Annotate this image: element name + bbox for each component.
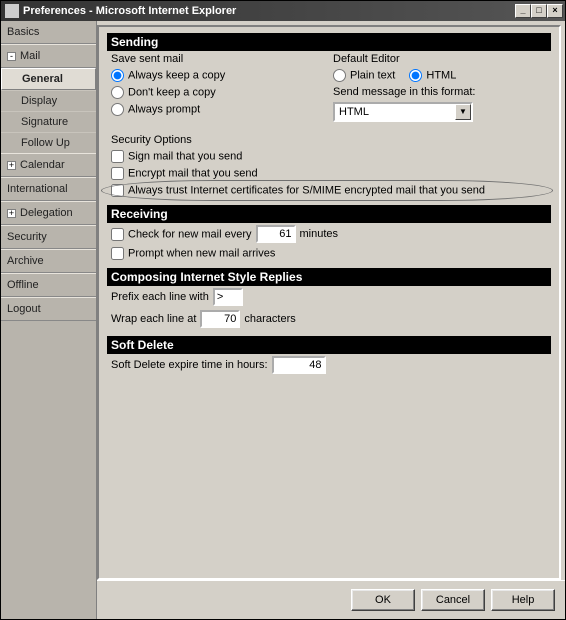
sidebar-item-label: Offline (7, 279, 39, 291)
sidebar-item-security[interactable]: Security (1, 225, 96, 249)
section-sending: Sending (107, 33, 551, 51)
help-button[interactable]: Help (491, 589, 555, 611)
radio-plain-text-input[interactable] (333, 69, 346, 82)
minimize-button[interactable]: _ (515, 4, 531, 18)
section-composing: Composing Internet Style Replies (107, 268, 551, 286)
checkbox-sign-mail[interactable]: Sign mail that you send (111, 150, 242, 163)
section-receiving: Receiving (107, 205, 551, 223)
sidebar-item-calendar[interactable]: + Calendar (1, 153, 96, 177)
checkbox-check-mail[interactable]: Check for new mail every (111, 228, 252, 241)
sidebar-item-label: Basics (7, 26, 39, 38)
send-format-select[interactable]: HTML ▼ (333, 102, 473, 122)
form-area: Sending Save sent mail Always keep a cop… (97, 25, 561, 580)
sidebar-item-offline[interactable]: Offline (1, 273, 96, 297)
checkbox-trust-certs[interactable]: Always trust Internet certificates for S… (111, 184, 485, 197)
checkbox-trust-certs-input[interactable] (111, 184, 124, 197)
sidebar-item-label: International (7, 183, 68, 195)
check-interval-input[interactable] (256, 225, 296, 243)
prefix-char-input[interactable] (213, 288, 243, 306)
sidebar-item-general[interactable]: General (1, 68, 96, 90)
button-bar: OK Cancel Help (97, 580, 565, 619)
titlebar: Preferences - Microsoft Internet Explore… (1, 1, 565, 21)
radio-always-prompt[interactable]: Always prompt (111, 103, 200, 116)
soft-delete-hours-input[interactable] (272, 356, 326, 374)
radio-plain-text[interactable]: Plain text (333, 69, 395, 82)
checkbox-encrypt-mail-input[interactable] (111, 167, 124, 180)
sidebar: Basics - Mail General Display Signature … (1, 21, 97, 619)
sidebar-item-display[interactable]: Display (1, 90, 96, 111)
sidebar-item-label: Mail (20, 50, 40, 62)
sidebar-item-label: Delegation (20, 207, 73, 219)
sidebar-item-archive[interactable]: Archive (1, 249, 96, 273)
sidebar-item-mail[interactable]: - Mail (1, 44, 96, 68)
cancel-button[interactable]: Cancel (421, 589, 485, 611)
window-controls: _ □ × (515, 4, 563, 18)
checkbox-prompt-new-mail-input[interactable] (111, 247, 124, 260)
check-interval-suffix: minutes (300, 228, 339, 240)
close-button[interactable]: × (547, 4, 563, 18)
checkbox-encrypt-mail[interactable]: Encrypt mail that you send (111, 167, 258, 180)
maximize-button[interactable]: □ (531, 4, 547, 18)
prefix-line-label: Prefix each line with (111, 291, 209, 303)
wrap-width-input[interactable] (200, 310, 240, 328)
sidebar-item-basics[interactable]: Basics (1, 21, 96, 44)
radio-dont-keep[interactable]: Don't keep a copy (111, 86, 216, 99)
sidebar-item-international[interactable]: International (1, 177, 96, 201)
expand-icon[interactable]: + (7, 209, 16, 218)
soft-delete-label: Soft Delete expire time in hours: (111, 359, 268, 371)
body: Basics - Mail General Display Signature … (1, 21, 565, 619)
sidebar-item-delegation[interactable]: + Delegation (1, 201, 96, 225)
checkbox-sign-mail-input[interactable] (111, 150, 124, 163)
checkbox-check-mail-input[interactable] (111, 228, 124, 241)
sidebar-item-signature[interactable]: Signature (1, 111, 96, 132)
wrap-line-suffix: characters (244, 313, 295, 325)
radio-dont-keep-input[interactable] (111, 86, 124, 99)
radio-html-input[interactable] (409, 69, 422, 82)
window-title: Preferences - Microsoft Internet Explore… (23, 5, 515, 17)
collapse-icon[interactable]: - (7, 52, 16, 61)
wrap-line-label: Wrap each line at (111, 313, 196, 325)
content: Sending Save sent mail Always keep a cop… (97, 21, 565, 619)
section-soft-delete: Soft Delete (107, 336, 551, 354)
sidebar-item-label: Security (7, 231, 47, 243)
checkbox-prompt-new-mail[interactable]: Prompt when new mail arrives (111, 247, 275, 260)
default-editor-label: Default Editor (329, 51, 551, 67)
chevron-down-icon[interactable]: ▼ (455, 104, 471, 120)
radio-always-prompt-input[interactable] (111, 103, 124, 116)
sidebar-item-label: Archive (7, 255, 44, 267)
expand-icon[interactable]: + (7, 161, 16, 170)
radio-always-keep[interactable]: Always keep a copy (111, 69, 225, 82)
security-options-label: Security Options (107, 132, 551, 148)
save-sent-label: Save sent mail (107, 51, 329, 67)
radio-always-keep-input[interactable] (111, 69, 124, 82)
preferences-window: Preferences - Microsoft Internet Explore… (0, 0, 566, 620)
sidebar-item-label: Logout (7, 303, 41, 315)
send-format-value: HTML (339, 106, 455, 118)
send-format-label: Send message in this format: (329, 84, 551, 100)
radio-html[interactable]: HTML (409, 69, 456, 82)
sidebar-item-label: Calendar (20, 159, 65, 171)
app-icon (5, 4, 19, 18)
ok-button[interactable]: OK (351, 589, 415, 611)
sidebar-item-logout[interactable]: Logout (1, 297, 96, 321)
sidebar-item-followup[interactable]: Follow Up (1, 132, 96, 153)
